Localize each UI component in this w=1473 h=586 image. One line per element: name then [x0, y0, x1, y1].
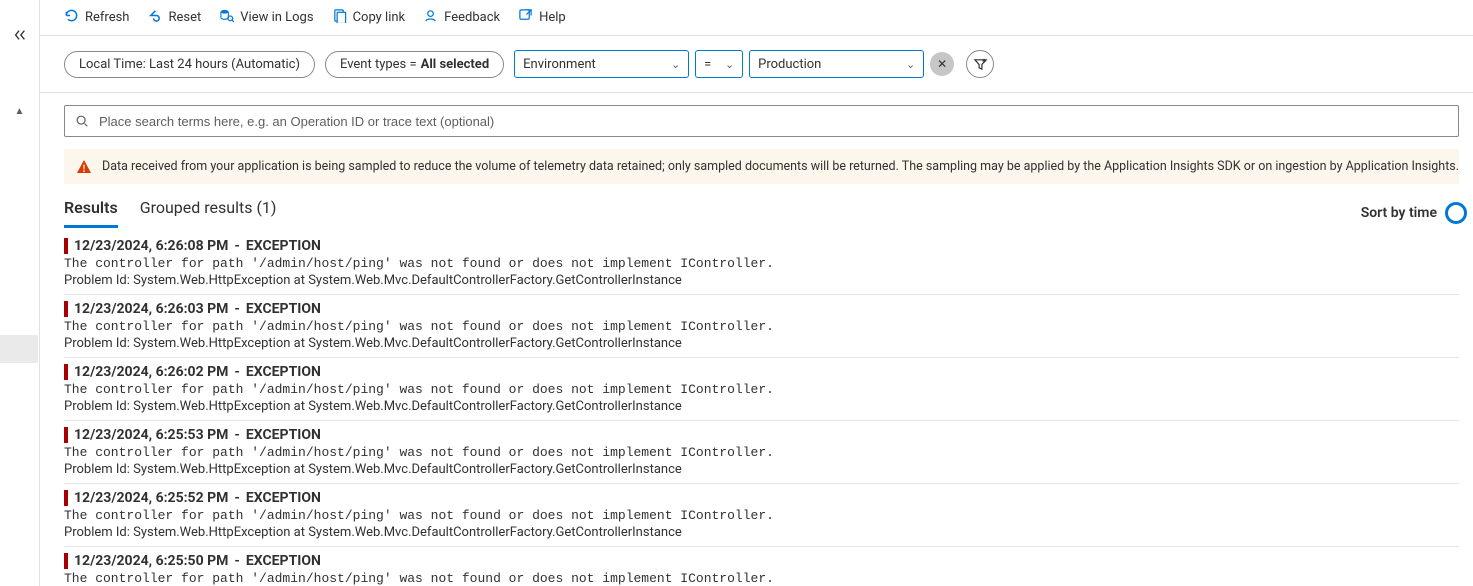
result-timestamp: 12/23/2024, 6:25:50 PM	[74, 553, 228, 569]
filter-operator-select[interactable]: = ⌄	[695, 50, 743, 78]
tab-bar: Results Grouped results (1) Sort by time	[40, 184, 1473, 228]
collapse-rail-icon[interactable]	[13, 28, 27, 46]
result-row[interactable]: 12/23/2024, 6:25:52 PM-EXCEPTION The cont…	[64, 484, 1459, 547]
left-rail: ▲	[0, 0, 40, 586]
separator: -	[234, 427, 240, 443]
result-row[interactable]: 12/23/2024, 6:25:53 PM-EXCEPTION The cont…	[64, 421, 1459, 484]
remove-filter-button[interactable]: ✕	[930, 52, 954, 76]
filter-value-select[interactable]: Production ⌄	[749, 50, 924, 78]
results-list: 12/23/2024, 6:26:08 PM-EXCEPTIONThe cont…	[40, 228, 1473, 586]
close-icon: ✕	[937, 57, 947, 71]
copy-link-icon	[332, 8, 347, 27]
chevron-down-icon: ⌄	[906, 58, 915, 71]
tab-grouped-results[interactable]: Grouped results (1)	[140, 198, 277, 228]
property-filter: Environment ⌄ = ⌄ Production ⌄ ✕	[514, 50, 994, 78]
sampling-warning-banner[interactable]: Data received from your application is b…	[64, 149, 1459, 184]
result-timestamp: 12/23/2024, 6:25:52 PM	[74, 490, 228, 506]
result-message: The controller for path '/admin/host/pin…	[64, 319, 1459, 334]
result-message: The controller for path '/admin/host/pin…	[64, 508, 1459, 523]
filter-property-select[interactable]: Environment ⌄	[514, 50, 689, 78]
view-in-logs-label: View in Logs	[240, 10, 313, 25]
result-row[interactable]: 12/23/2024, 6:25:50 PM-EXCEPTION The cont…	[64, 547, 1459, 586]
result-type: EXCEPTION	[246, 553, 321, 569]
separator: -	[234, 238, 240, 254]
result-message: The controller for path '/admin/host/pin…	[64, 571, 1459, 586]
copy-link-label: Copy link	[353, 10, 406, 25]
separator: -	[234, 553, 240, 569]
result-problem-id: Problem Id: System.Web.HttpException at …	[64, 336, 1459, 351]
result-timestamp: 12/23/2024, 6:25:53 PM	[74, 427, 228, 443]
severity-bar	[64, 553, 68, 569]
result-message: The controller for path '/admin/host/pin…	[64, 256, 1459, 271]
result-timestamp: 12/23/2024, 6:26:02 PM	[74, 364, 228, 380]
view-in-logs-button[interactable]: View in Logs	[219, 8, 313, 27]
reset-button[interactable]: Reset	[147, 8, 201, 27]
filter-property-value: Environment	[523, 57, 596, 72]
event-types-pill[interactable]: Event types = All selected	[325, 51, 504, 78]
search-input[interactable]	[97, 113, 1448, 130]
chevron-down-icon: ⌄	[725, 58, 734, 71]
funnel-icon	[973, 57, 988, 72]
toolbar: Refresh Reset View in Logs Copy link	[40, 0, 1473, 36]
reset-label: Reset	[168, 10, 201, 25]
sampling-warning-text: Data received from your application is b…	[102, 159, 1459, 174]
result-type: EXCEPTION	[246, 427, 321, 443]
sort-toggle-icon	[1445, 202, 1467, 224]
result-problem-id: Problem Id: System.Web.HttpException at …	[64, 525, 1459, 540]
logs-icon	[219, 8, 234, 27]
feedback-icon	[423, 8, 438, 27]
filter-row: Local Time: Last 24 hours (Automatic) Ev…	[40, 36, 1473, 93]
result-timestamp: 12/23/2024, 6:26:03 PM	[74, 301, 228, 317]
time-range-label: Local Time: Last 24 hours (Automatic)	[79, 57, 300, 72]
result-row[interactable]: 12/23/2024, 6:26:08 PM-EXCEPTION The cont…	[64, 232, 1459, 295]
refresh-icon	[64, 8, 79, 27]
severity-bar	[64, 427, 68, 443]
time-range-pill[interactable]: Local Time: Last 24 hours (Automatic)	[64, 51, 315, 78]
scroll-up-icon[interactable]: ▲	[15, 106, 25, 117]
event-types-prefix: Event types =	[340, 57, 417, 72]
help-label: Help	[539, 10, 566, 25]
result-timestamp: 12/23/2024, 6:26:08 PM	[74, 238, 228, 254]
chevron-down-icon: ⌄	[671, 58, 680, 71]
separator: -	[234, 301, 240, 317]
result-type: EXCEPTION	[246, 238, 321, 254]
result-message: The controller for path '/admin/host/pin…	[64, 382, 1459, 397]
severity-bar	[64, 490, 68, 506]
search-icon	[75, 114, 89, 128]
refresh-button[interactable]: Refresh	[64, 8, 129, 27]
help-button[interactable]: Help	[518, 8, 566, 27]
filter-operator-value: =	[704, 57, 711, 72]
result-type: EXCEPTION	[246, 490, 321, 506]
add-filter-button[interactable]	[966, 50, 994, 78]
rail-selection-indicator	[0, 335, 38, 363]
result-row[interactable]: 12/23/2024, 6:26:03 PM-EXCEPTION The cont…	[64, 295, 1459, 358]
feedback-label: Feedback	[444, 10, 500, 25]
result-message: The controller for path '/admin/host/pin…	[64, 445, 1459, 460]
event-types-value: All selected	[421, 57, 490, 72]
copy-link-button[interactable]: Copy link	[332, 8, 406, 27]
result-type: EXCEPTION	[246, 364, 321, 380]
search-box[interactable]	[64, 105, 1459, 137]
result-row[interactable]: 12/23/2024, 6:26:02 PM-EXCEPTION The cont…	[64, 358, 1459, 421]
search-wrap	[40, 93, 1473, 149]
result-problem-id: Problem Id: System.Web.HttpException at …	[64, 399, 1459, 414]
filter-value-text: Production	[758, 57, 821, 72]
tab-results[interactable]: Results	[64, 198, 118, 228]
severity-bar	[64, 364, 68, 380]
feedback-button[interactable]: Feedback	[423, 8, 500, 27]
result-type: EXCEPTION	[246, 301, 321, 317]
severity-bar	[64, 301, 68, 317]
help-icon	[518, 8, 533, 27]
result-problem-id: Problem Id: System.Web.HttpException at …	[64, 273, 1459, 288]
sort-label: Sort by time	[1361, 205, 1437, 221]
severity-bar	[64, 238, 68, 254]
result-problem-id: Problem Id: System.Web.HttpException at …	[64, 462, 1459, 477]
sort-by-time-toggle[interactable]: Sort by time	[1361, 202, 1459, 224]
warning-icon	[76, 159, 92, 175]
separator: -	[234, 490, 240, 506]
reset-icon	[147, 8, 162, 27]
separator: -	[234, 364, 240, 380]
refresh-label: Refresh	[85, 10, 129, 25]
